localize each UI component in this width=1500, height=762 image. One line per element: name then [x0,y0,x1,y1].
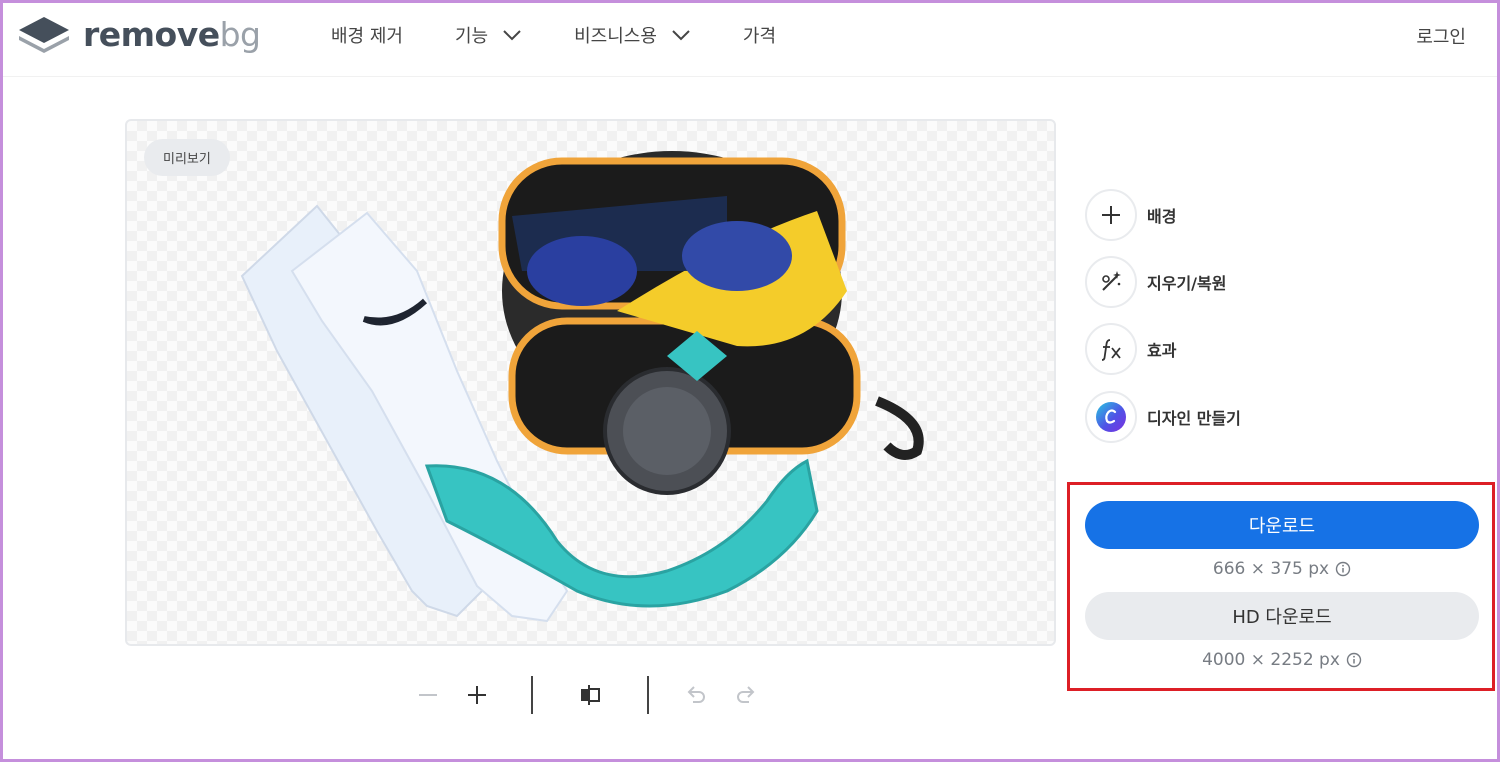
preview-canvas[interactable]: 미리보기 [125,119,1056,646]
preview-badge: 미리보기 [144,139,230,176]
logo[interactable]: removebg [17,13,261,55]
undo-icon [687,686,705,703]
chevron-down-icon [503,30,521,41]
magic-brush-icon [1102,271,1121,291]
plus-icon [1102,206,1120,224]
tool-erase-restore[interactable]: 지우기/복원 [1085,256,1345,308]
toolbar-divider [647,676,649,714]
info-icon[interactable] [1335,561,1351,577]
fx-icon [1101,339,1121,361]
nav-pricing[interactable]: 가격 [743,23,776,47]
zoom-in-button[interactable] [457,672,497,718]
download-button[interactable]: 다운로드 [1085,501,1479,549]
tool-effects[interactable]: 효과 [1085,323,1345,375]
download-resolution: 666 × 375 px [1085,557,1479,581]
editor-toolbar [400,672,780,718]
layers-logo-icon [19,17,69,53]
undo-button[interactable] [676,672,716,718]
redo-icon [737,686,755,703]
main-nav: 배경 제거 기능 비즈니스용 가격 [331,23,828,47]
top-navbar: removebg 배경 제거 기능 비즈니스용 가격 로그인 [3,3,1497,77]
logo-text: removebg [83,14,261,54]
login-link[interactable]: 로그인 [1416,23,1466,49]
nav-remove-background[interactable]: 배경 제거 [331,23,403,47]
zoom-in-icon [468,686,486,704]
compare-icon [581,685,600,705]
info-icon[interactable] [1346,652,1362,668]
nav-features[interactable]: 기능 [455,23,522,47]
zoom-out-icon [419,694,437,696]
compare-button[interactable] [570,672,610,718]
chevron-down-icon [672,30,690,41]
nav-business[interactable]: 비즈니스용 [574,23,691,47]
hd-download-resolution: 4000 × 2252 px [1085,648,1479,672]
zoom-out-button[interactable] [408,672,448,718]
toolbar-divider [531,676,533,714]
tool-create-design[interactable]: 디자인 만들기 [1085,391,1345,443]
result-image [240,151,924,623]
canva-icon [1096,402,1126,432]
hd-download-button[interactable]: HD 다운로드 [1085,592,1479,640]
redo-button[interactable] [726,672,766,718]
tool-background[interactable]: 배경 [1085,189,1345,241]
